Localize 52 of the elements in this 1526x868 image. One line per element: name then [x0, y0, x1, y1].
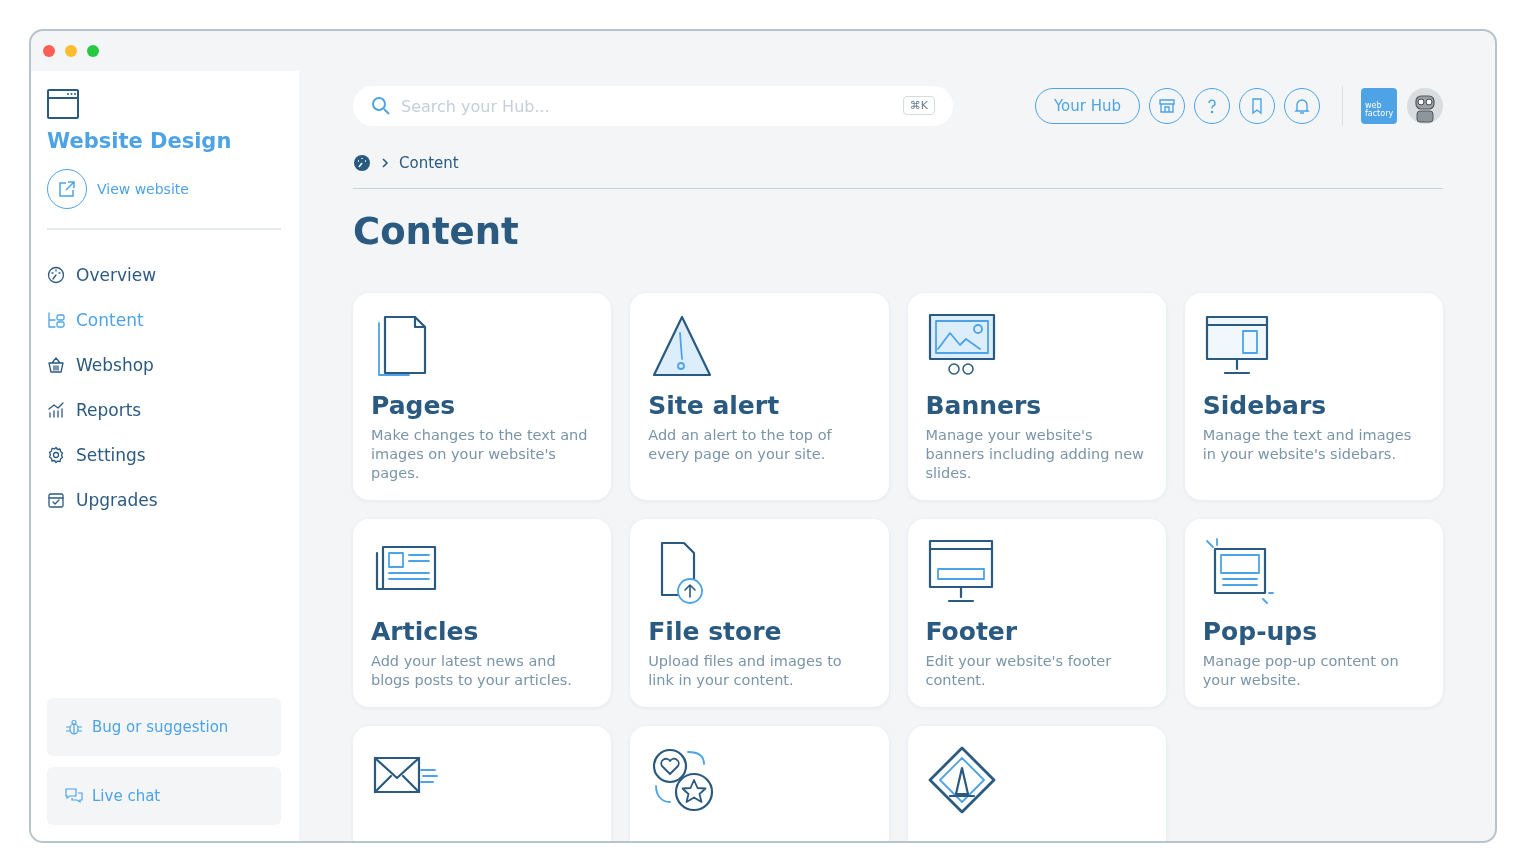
card-description: Add your latest news and blogs posts to your articles. [371, 652, 573, 690]
basket-icon [47, 355, 65, 374]
nav-item[interactable]: Overview [47, 252, 281, 297]
card-title: Sidebars [1202, 391, 1328, 420]
browser-window-icon [47, 89, 79, 119]
card-description: Make changes to the text and images on your website's pages. [371, 426, 589, 483]
content-card[interactable]: File store Upload files and images to link in your content. [630, 519, 889, 707]
storefront-icon [1158, 97, 1176, 115]
bug-icon [65, 718, 83, 736]
nav-item[interactable]: Settings [47, 432, 281, 477]
card-title: File store [648, 617, 783, 646]
card-description: Manage the text and images in your website's sidebars. [1202, 426, 1413, 464]
chevron-right-icon [381, 157, 389, 169]
dashboard-icon [47, 265, 65, 284]
card-title: Pop-ups [1202, 617, 1319, 646]
shortcut-hint: ⌘K [902, 96, 935, 115]
search-icon [371, 96, 391, 116]
card-title: Site alert [648, 391, 781, 420]
nav-item[interactable]: Webshop [47, 342, 281, 387]
content-card[interactable]: Footer Edit your website's footer content. [907, 519, 1166, 707]
bar-chart-icon [47, 400, 65, 419]
card-title: Banners [925, 391, 1043, 420]
robot-avatar[interactable] [1407, 88, 1443, 124]
site-title: Website Design [47, 129, 233, 153]
dashboard-icon[interactable] [353, 154, 371, 172]
window-control[interactable] [43, 45, 55, 57]
content-card[interactable]: Pop-ups Manage pop-up content on your website. [1184, 519, 1443, 707]
nav-item[interactable]: Reports [47, 387, 281, 432]
window-control[interactable] [87, 45, 99, 57]
card-description: Add an alert to the top of every page on your site. [648, 426, 833, 464]
card-title: Articles [371, 617, 480, 646]
content-card[interactable]: Pages Make changes to the text and images on your website's pages. [353, 293, 612, 500]
nav-item[interactable]: Upgrades [47, 477, 281, 522]
external-link-icon [58, 180, 76, 198]
bell-icon [1293, 97, 1311, 115]
gear-icon [47, 445, 65, 464]
content-card[interactable]: Site alert Add an alert to the top of every page on your site. [630, 293, 889, 500]
content-card[interactable]: Banners Manage your website's banners including adding new slides. [907, 293, 1166, 500]
card-title: Pages [371, 391, 457, 420]
chat-bubbles-icon [65, 787, 83, 805]
window-control[interactable] [65, 45, 77, 57]
breadcrumb-link[interactable]: Content [399, 154, 459, 172]
folders-icon [47, 310, 65, 329]
card-description: Manage your website's banners including adding new slides. [925, 426, 1145, 483]
card-title: Footer [925, 617, 1019, 646]
calendar-check-icon [47, 490, 65, 509]
card-description: Upload files and images to link in your content. [648, 652, 843, 690]
content-card[interactable]: Sidebars Manage the text and images in your website's sidebars. [1184, 293, 1443, 500]
page-title: Content [353, 209, 520, 255]
content-card[interactable]: Articles Add your latest news and blogs posts to your articles. [353, 519, 612, 707]
card-description: Manage pop-up content on your website. [1202, 652, 1400, 690]
card-description: Edit your website's footer content. [925, 652, 1113, 690]
